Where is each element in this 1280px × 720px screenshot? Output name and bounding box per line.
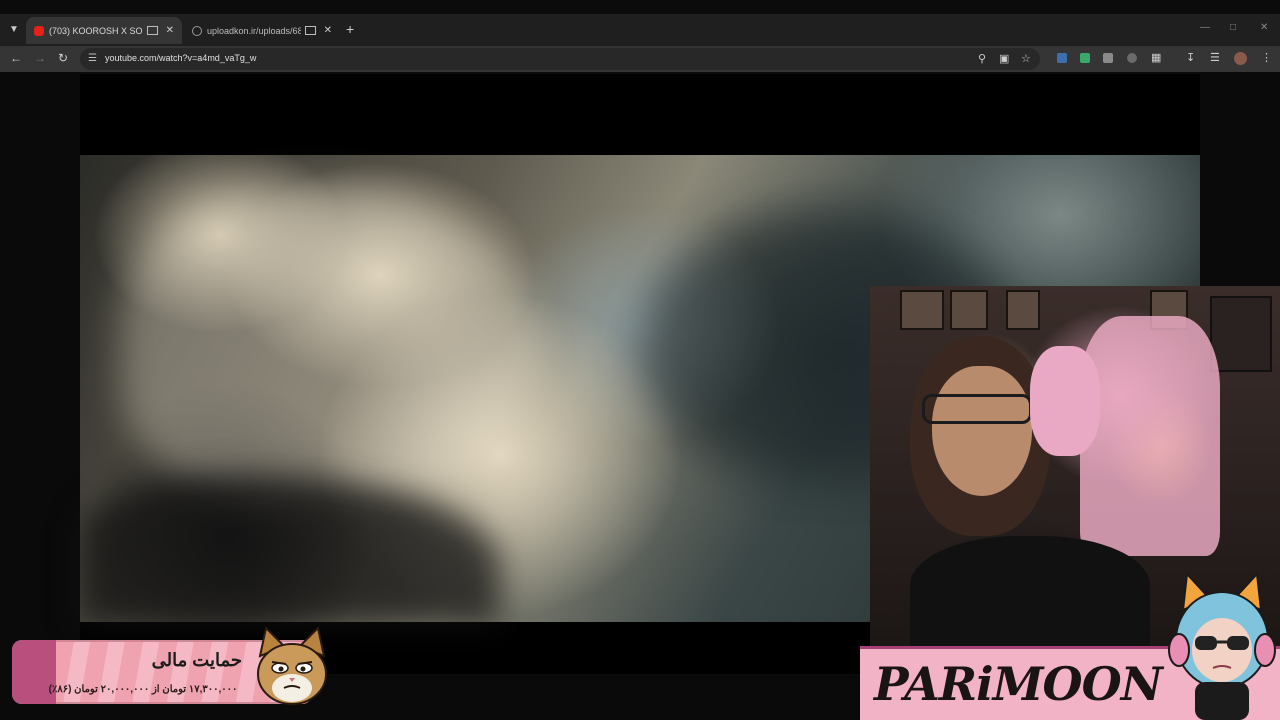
- back-icon[interactable]: ←: [10, 51, 22, 65]
- tab-youtube[interactable]: (703) KOOROSH X SOGANG ✕: [26, 17, 182, 44]
- youtube-icon: [34, 25, 44, 36]
- menu-kebab-icon[interactable]: ⋮: [1261, 51, 1272, 64]
- tab-title: (703) KOOROSH X SOGANG: [49, 25, 143, 36]
- maximize-icon[interactable]: □: [1230, 22, 1236, 33]
- bookmark-star-icon[interactable]: ☆: [1021, 52, 1031, 65]
- glasses: [922, 394, 1032, 424]
- gaming-chair: [1080, 316, 1220, 556]
- streamer-face: [932, 366, 1032, 496]
- extensions-puzzle-icon[interactable]: ▦: [1151, 51, 1161, 64]
- url-text[interactable]: youtube.com/watch?v=a4md_vaTg_w: [105, 53, 256, 63]
- streamer-shirt: [910, 536, 1150, 646]
- cat-ear-headset: [1030, 346, 1100, 456]
- cast-icon[interactable]: ▣: [999, 52, 1009, 65]
- anime-cat-girl-mascot-icon: [1168, 571, 1276, 720]
- site-info-icon[interactable]: ☰: [88, 53, 97, 64]
- tab-strip: ▼ (703) KOOROSH X SOGANG ✕ uploadkon.ir/…: [0, 14, 1280, 46]
- new-tab-button[interactable]: +: [346, 21, 354, 37]
- download-icon[interactable]: ↧: [1186, 51, 1195, 64]
- tab-title: uploadkon.ir/uploads/684: [207, 25, 301, 36]
- streamer-name: PARiMOON: [874, 657, 1163, 711]
- donation-title: حمایت مالی: [151, 650, 242, 670]
- close-tab-icon[interactable]: ✕: [166, 25, 174, 36]
- extension-icon[interactable]: [1080, 53, 1090, 63]
- profile-avatar[interactable]: [1234, 52, 1247, 65]
- address-bar[interactable]: ☰ youtube.com/watch?v=a4md_vaTg_w ⚲ ▣ ☆: [80, 48, 1040, 70]
- zoom-icon[interactable]: ⚲: [978, 52, 986, 65]
- media-control-icon[interactable]: ☰: [1210, 51, 1220, 64]
- minimize-icon[interactable]: —: [1200, 22, 1210, 33]
- close-tab-icon[interactable]: ✕: [324, 25, 332, 36]
- picture-in-picture-icon: [146, 26, 158, 35]
- donation-progress-text: ۱۷,۳۰۰,۰۰۰ تومان از ۲۰,۰۰۰,۰۰۰ تومان (۸۶…: [48, 684, 238, 695]
- picture-in-picture-icon: [304, 26, 316, 35]
- extension-icon[interactable]: [1057, 53, 1067, 63]
- tab-uploadkon[interactable]: uploadkon.ir/uploads/684 ✕: [184, 17, 340, 44]
- forward-icon[interactable]: →: [34, 51, 46, 65]
- reload-icon[interactable]: ↻: [58, 51, 68, 65]
- tab-search-chevron-icon[interactable]: ▼: [6, 22, 22, 38]
- extension-icon[interactable]: [1103, 53, 1113, 63]
- globe-icon: [192, 25, 202, 36]
- toolbar: ← → ↻ ☰ youtube.com/watch?v=a4md_vaTg_w …: [0, 46, 1280, 72]
- close-window-icon[interactable]: ✕: [1260, 22, 1268, 33]
- grumpy-cat-mascot-icon: [257, 626, 327, 705]
- extension-icon[interactable]: [1127, 53, 1137, 63]
